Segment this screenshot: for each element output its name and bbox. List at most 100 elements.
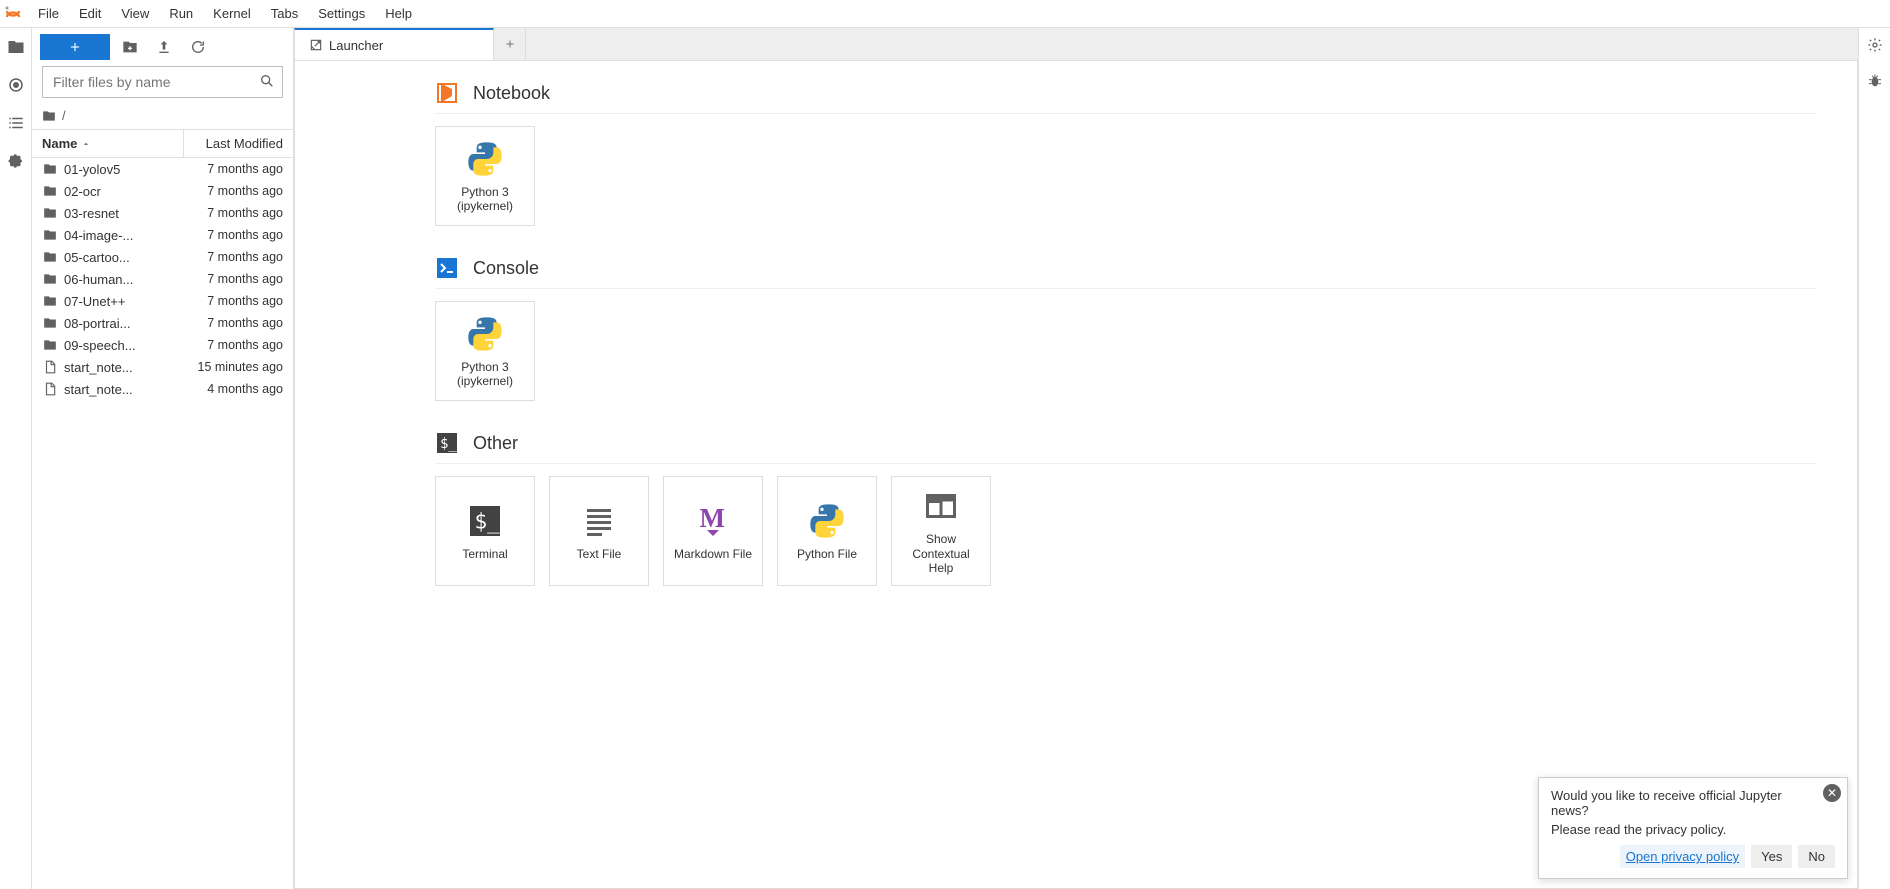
folder-icon <box>42 337 58 353</box>
file-list-header: Name Last Modified <box>32 129 293 158</box>
folder-icon[interactable] <box>7 38 25 56</box>
search-icon <box>259 73 275 92</box>
file-modified: 7 months ago <box>183 272 283 286</box>
menu-run[interactable]: Run <box>159 2 203 25</box>
launcher-card[interactable]: Python File <box>777 476 877 586</box>
file-row[interactable]: start_note...4 months ago <box>32 378 293 400</box>
folder-row[interactable]: 04-image-...7 months ago <box>32 224 293 246</box>
section-title: Other <box>473 433 518 454</box>
python-icon <box>807 501 847 541</box>
yes-button[interactable]: Yes <box>1751 845 1792 868</box>
section-header: Notebook <box>435 81 1817 114</box>
menu-bar: FileEditViewRunKernelTabsSettingsHelp <box>0 0 1890 28</box>
folder-icon <box>42 205 58 221</box>
file-modified: 7 months ago <box>183 250 283 264</box>
launcher: NotebookPython 3(ipykernel)ConsolePython… <box>294 61 1858 889</box>
file-name: 05-cartoo... <box>64 250 183 265</box>
menu-view[interactable]: View <box>111 2 159 25</box>
menu-kernel[interactable]: Kernel <box>203 2 261 25</box>
folder-row[interactable]: 08-portrai...7 months ago <box>32 312 293 334</box>
add-tab-button[interactable] <box>494 28 526 60</box>
section-notebook: Notebook Python 3(ipykernel) <box>435 81 1857 226</box>
tab-bar: Launcher <box>294 28 1858 61</box>
tab-title: Launcher <box>329 38 383 53</box>
folder-row[interactable]: 05-cartoo...7 months ago <box>32 246 293 268</box>
toc-icon[interactable] <box>7 114 25 132</box>
no-button[interactable]: No <box>1798 845 1835 868</box>
file-name: 01-yolov5 <box>64 162 183 177</box>
debugger-icon[interactable] <box>1866 72 1884 90</box>
file-list: 01-yolov57 months ago02-ocr7 months ago0… <box>32 158 293 889</box>
launcher-card[interactable]: Python 3(ipykernel) <box>435 126 535 226</box>
breadcrumb-root: / <box>62 108 66 123</box>
refresh-button[interactable] <box>184 34 212 60</box>
main-content: Launcher NotebookPython 3(ipykernel)Cons… <box>294 28 1858 889</box>
running-icon[interactable] <box>7 76 25 94</box>
card-label: ShowContextualHelp <box>908 532 973 575</box>
folder-icon <box>42 109 56 123</box>
folder-icon <box>42 249 58 265</box>
console-icon <box>435 256 459 280</box>
file-modified: 7 months ago <box>183 338 283 352</box>
launcher-card[interactable]: $_Terminal <box>435 476 535 586</box>
column-modified[interactable]: Last Modified <box>183 130 293 157</box>
launcher-icon <box>309 38 323 52</box>
file-modified: 4 months ago <box>183 382 283 396</box>
python-icon <box>465 139 505 179</box>
folder-icon <box>42 183 58 199</box>
jupyter-logo-icon <box>4 5 22 23</box>
launcher-card[interactable]: Python 3(ipykernel) <box>435 301 535 401</box>
section-other: $_ Other $_Terminal Text File MMarkdown File… <box>435 431 1857 586</box>
folder-row[interactable]: 01-yolov57 months ago <box>32 158 293 180</box>
folder-row[interactable]: 09-speech...7 months ago <box>32 334 293 356</box>
file-modified: 7 months ago <box>183 162 283 176</box>
menu-help[interactable]: Help <box>375 2 422 25</box>
folder-row[interactable]: 06-human...7 months ago <box>32 268 293 290</box>
launcher-card[interactable]: Text File <box>549 476 649 586</box>
menu-edit[interactable]: Edit <box>69 2 111 25</box>
upload-button[interactable] <box>150 34 178 60</box>
section-console: ConsolePython 3(ipykernel) <box>435 256 1857 401</box>
file-browser-toolbar <box>32 28 293 66</box>
column-name[interactable]: Name <box>32 130 183 157</box>
folder-row[interactable]: 07-Unet++7 months ago <box>32 290 293 312</box>
new-folder-button[interactable] <box>116 34 144 60</box>
folder-row[interactable]: 03-resnet7 months ago <box>32 202 293 224</box>
tab-launcher[interactable]: Launcher <box>294 28 494 60</box>
file-modified: 7 months ago <box>183 184 283 198</box>
file-name: start_note... <box>64 382 183 397</box>
card-label: Python 3(ipykernel) <box>453 185 517 214</box>
card-label: Text File <box>573 547 626 561</box>
menu-file[interactable]: File <box>28 2 69 25</box>
folder-icon <box>42 315 58 331</box>
file-row[interactable]: start_note...15 minutes ago <box>32 356 293 378</box>
extensions-icon[interactable] <box>7 152 25 170</box>
file-icon <box>42 359 58 375</box>
launcher-card[interactable]: MMarkdown File <box>663 476 763 586</box>
property-inspector-icon[interactable] <box>1866 36 1884 54</box>
launcher-card[interactable]: ShowContextualHelp <box>891 476 991 586</box>
file-name: start_note... <box>64 360 183 375</box>
file-name: 02-ocr <box>64 184 183 199</box>
help-icon <box>921 486 961 526</box>
menu-settings[interactable]: Settings <box>308 2 375 25</box>
close-icon[interactable]: ✕ <box>1823 784 1841 802</box>
privacy-policy-link[interactable]: Open privacy policy <box>1620 845 1745 868</box>
card-list: Python 3(ipykernel) <box>435 301 1857 401</box>
new-launcher-button[interactable] <box>40 34 110 60</box>
menu-tabs[interactable]: Tabs <box>261 2 308 25</box>
file-browser: / Name Last Modified 01-yolov57 months a… <box>32 28 294 889</box>
notebook-icon <box>435 81 459 105</box>
filter-files-input[interactable] <box>42 66 283 98</box>
svg-text:$_: $_ <box>475 509 501 533</box>
left-rail <box>0 28 32 889</box>
folder-row[interactable]: 02-ocr7 months ago <box>32 180 293 202</box>
python-icon <box>465 314 505 354</box>
terminal-icon: $_ <box>465 501 505 541</box>
breadcrumb[interactable]: / <box>32 104 293 129</box>
sort-asc-icon <box>81 139 91 149</box>
file-modified: 7 months ago <box>183 294 283 308</box>
file-name: 08-portrai... <box>64 316 183 331</box>
card-label: Markdown File <box>670 547 756 561</box>
textfile-icon <box>579 501 619 541</box>
